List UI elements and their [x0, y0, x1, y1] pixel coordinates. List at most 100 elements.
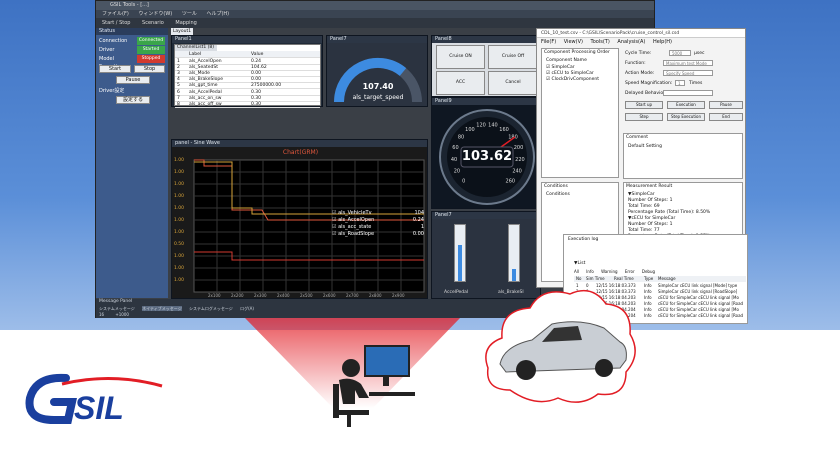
log-type: Info: [644, 295, 652, 300]
menu-file[interactable]: ファイル(F): [102, 11, 129, 17]
conditions-col: Conditions: [546, 192, 570, 197]
x-tick-label: 2x100: [208, 293, 221, 298]
status-row-connection: Connection Connected: [99, 37, 165, 45]
function-select[interactable]: Maximum test Mode: [663, 60, 713, 66]
stop-button[interactable]: Stop: [134, 65, 165, 73]
comment-title: Comment: [626, 135, 649, 140]
speed-input[interactable]: 1: [675, 80, 685, 86]
legend-entry[interactable]: ☑ als_acc_state 1: [332, 224, 424, 231]
toolbar-start-stop[interactable]: Start / Stop: [102, 20, 130, 26]
log-tab[interactable]: Warning: [601, 269, 617, 274]
acc-button[interactable]: ACC: [436, 71, 485, 95]
cruise-on-button[interactable]: Cruise ON: [436, 45, 485, 69]
car-wheel: [516, 360, 536, 380]
tab-layout1[interactable]: Layout1: [171, 28, 193, 35]
message-tab[interactable]: ログ(A): [240, 306, 254, 311]
component-name: ClockDrivComponent: [551, 77, 600, 82]
col-header-value: Value: [251, 52, 264, 57]
menu-item[interactable]: View(V): [564, 39, 583, 45]
measurement-line: Number Of Steps: 1: [628, 198, 673, 203]
status-title: Status: [96, 28, 168, 35]
monitor-stand: [383, 376, 389, 386]
log-col: Type: [644, 276, 654, 281]
menu-item[interactable]: File(F): [541, 39, 556, 45]
pause-button[interactable]: Pause: [116, 76, 150, 84]
measurement-line: Number Of Steps: 1: [628, 222, 673, 227]
dial-tick-label: 240: [512, 169, 522, 175]
panel-title: Panel7: [327, 36, 427, 43]
component-order-title: Component Processing Order: [544, 50, 610, 55]
log-tab[interactable]: Error: [625, 269, 635, 274]
log-filter[interactable]: ▼List: [574, 261, 585, 266]
action-select[interactable]: Specify Speed: [663, 70, 713, 76]
step-button[interactable]: Step: [625, 113, 663, 121]
gauge-value: 107.40: [362, 82, 394, 91]
logo-swoosh: [61, 376, 163, 388]
log-tabs: All Info Warning Error Debug: [574, 269, 674, 275]
execution-button[interactable]: Execution: [667, 101, 705, 109]
x-tick-label: 2x400: [277, 293, 290, 298]
brake-slider[interactable]: [508, 224, 520, 282]
menu-help[interactable]: ヘルプ(H): [206, 11, 229, 17]
toolbar-mapping[interactable]: Mapping: [175, 20, 196, 26]
y-tick-label: 1.00: [174, 170, 185, 175]
x-tick-label: 2x600: [323, 293, 336, 298]
status-panel: Status Connection Connected Driver Start…: [96, 28, 168, 298]
table-row[interactable]: 8 als_acc_off_sw 0.30: [175, 101, 320, 108]
menu-item[interactable]: Help(H): [653, 39, 672, 45]
legend-name: als_AccelOpen: [338, 217, 375, 223]
y-tick-label: 1.00: [174, 218, 185, 223]
toolbar-scenario[interactable]: Scenario: [142, 20, 164, 26]
component-name: SimpleCar: [551, 65, 575, 70]
panel-title: Panel7: [432, 212, 540, 219]
menu-bar: ファイル(F) ウィンドウ(W) ツール ヘルプ(H): [96, 10, 654, 18]
status-badge: Started: [137, 46, 165, 54]
cruise-off-button[interactable]: Cruise Off: [488, 45, 538, 69]
measurement-line: Percentage Rate (Total Time): 8.50%: [628, 210, 711, 215]
channel-table: ChannelList1 (8) Label Value 1 als_AccelO…: [174, 44, 321, 108]
delayed-select[interactable]: [663, 90, 713, 96]
dial-tick-label: 140: [488, 123, 498, 129]
gauge-label: als_target_speed: [352, 94, 404, 101]
component-col: Component Name: [546, 58, 587, 63]
menu-tools[interactable]: ツール: [182, 11, 197, 17]
menu-window[interactable]: ウィンドウ(W): [138, 11, 172, 17]
log-tab[interactable]: Debug: [642, 269, 655, 274]
message-tab[interactable]: システムメッセージ: [99, 306, 135, 311]
component-name: cECU to SimpleCar: [551, 71, 594, 76]
step-execution-button[interactable]: Step Execution: [667, 113, 705, 121]
function-label: Function:: [625, 61, 646, 66]
settings-button[interactable]: 設定する: [116, 96, 150, 104]
pause-button[interactable]: Pause: [709, 101, 743, 109]
log-type: Info: [644, 283, 652, 288]
legend-entry[interactable]: ☑ als_RoadSlope 0.00: [332, 231, 424, 238]
legend-value: 0.00: [412, 231, 424, 237]
message-tab[interactable]: システムログメッセージ: [189, 306, 233, 311]
log-tab[interactable]: All: [574, 269, 579, 274]
end-button[interactable]: End: [709, 113, 743, 121]
legend-entry[interactable]: ☑ als_AccelOpen 0.24: [332, 217, 424, 224]
dial-tick-label: 80: [458, 135, 464, 141]
comment-text[interactable]: Default Setting: [628, 144, 662, 149]
cycle-input[interactable]: 5000: [669, 50, 691, 56]
status-row-driver: Driver Started: [99, 46, 165, 54]
menu-item[interactable]: Analysis(A): [617, 39, 645, 45]
legend-entry[interactable]: ☑ als_VehicleTv 104: [332, 210, 424, 217]
speed-label: Speed Magnification:: [625, 81, 673, 86]
component-item[interactable]: ☑ cECU to SimpleCar: [546, 71, 594, 76]
component-item[interactable]: ☑ SimpleCar: [546, 65, 575, 70]
cancel-button[interactable]: Cancel: [488, 71, 538, 95]
message-tab[interactable]: ネイティブメッセージ: [142, 306, 182, 311]
log-type: Info: [644, 289, 652, 294]
channel-list-panel: Panel1 ChannelList1 (8) Label Value 1 als…: [171, 35, 323, 108]
component-item[interactable]: ☑ ClockDrivComponent: [546, 77, 599, 82]
chair-leg: [347, 415, 351, 427]
accel-slider[interactable]: [454, 224, 466, 282]
startup-button[interactable]: Start up: [625, 101, 663, 109]
panel-title: Panel1: [172, 36, 322, 43]
y-tick-label: 1.00: [174, 230, 185, 235]
y-tick-label: 1.00: [174, 266, 185, 271]
menu-item[interactable]: Tools(T): [591, 39, 610, 45]
start-button[interactable]: Start: [99, 65, 131, 73]
log-tab[interactable]: Info: [586, 269, 594, 274]
